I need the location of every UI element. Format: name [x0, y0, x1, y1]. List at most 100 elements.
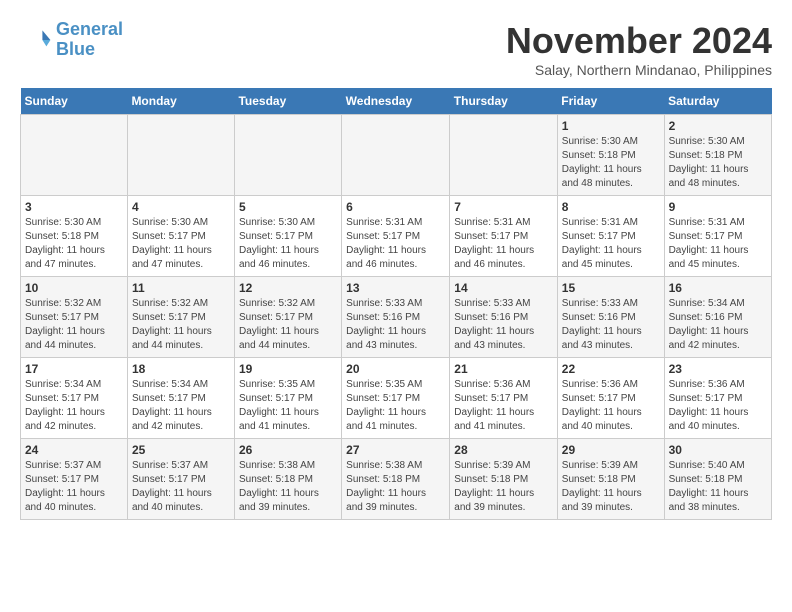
day-info: Sunrise: 5:30 AMSunset: 5:17 PMDaylight:…: [132, 216, 230, 272]
day-info: Sunrise: 5:31 AMSunset: 5:17 PMDaylight:…: [562, 216, 660, 272]
logo: General Blue: [20, 20, 123, 60]
day-number: 26: [239, 443, 337, 457]
day-info: Sunrise: 5:30 AMSunset: 5:18 PMDaylight:…: [562, 135, 660, 191]
calendar-cell: [342, 115, 450, 196]
day-info: Sunrise: 5:36 AMSunset: 5:17 PMDaylight:…: [562, 378, 660, 434]
day-number: 11: [132, 281, 230, 295]
day-number: 17: [25, 362, 123, 376]
calendar-cell: 21Sunrise: 5:36 AMSunset: 5:17 PMDayligh…: [450, 358, 558, 439]
calendar-week-row: 17 Sunrise: 5:34 AMSunset: 5:17 PMDayligh…: [21, 358, 772, 439]
day-info: Sunrise: 5:38 AMSunset: 5:18 PMDaylight:…: [239, 459, 337, 515]
calendar-cell: 22Sunrise: 5:36 AMSunset: 5:17 PMDayligh…: [557, 358, 664, 439]
location: Salay, Northern Mindanao, Philippines: [506, 62, 772, 78]
day-number: 29: [562, 443, 660, 457]
day-info: Sunrise: 5:38 AMSunset: 5:18 PMDaylight:…: [346, 459, 445, 515]
day-number: 15: [562, 281, 660, 295]
calendar-cell: 24 Sunrise: 5:37 AMSunset: 5:17 PMDayligh…: [21, 439, 128, 520]
calendar-cell: 29Sunrise: 5:39 AMSunset: 5:18 PMDayligh…: [557, 439, 664, 520]
day-number: 9: [669, 200, 767, 214]
calendar-cell: 23Sunrise: 5:36 AMSunset: 5:17 PMDayligh…: [664, 358, 771, 439]
calendar-cell: 19 Sunrise: 5:35 AMSunset: 5:17 PMDayligh…: [234, 358, 341, 439]
calendar-table: SundayMondayTuesdayWednesdayThursdayFrid…: [20, 88, 772, 520]
calendar-cell: 9 Sunrise: 5:31 AMSunset: 5:17 PMDaylight…: [664, 196, 771, 277]
day-info: Sunrise: 5:34 AMSunset: 5:17 PMDaylight:…: [132, 378, 230, 434]
calendar-cell: 25 Sunrise: 5:37 AMSunset: 5:17 PMDayligh…: [127, 439, 234, 520]
logo-line2: Blue: [56, 39, 95, 59]
day-info: Sunrise: 5:33 AMSunset: 5:16 PMDaylight:…: [562, 297, 660, 353]
calendar-cell: 17Sunrise: 5:34 AMSunset: 5:17 PMDayligh…: [21, 358, 128, 439]
day-number: 16: [669, 281, 767, 295]
day-info: Sunrise: 5:40 AMSunset: 5:18 PMDaylight:…: [669, 459, 767, 515]
weekday-header-row: SundayMondayTuesdayWednesdayThursdayFrid…: [21, 88, 772, 115]
calendar-week-row: 1 Sunrise: 5:30 AMSunset: 5:18 PMDaylight…: [21, 115, 772, 196]
day-info: Sunrise: 5:35 AMSunset: 5:17 PMDaylight:…: [346, 378, 445, 434]
day-number: 3: [25, 200, 123, 214]
day-info: Sunrise: 5:36 AMSunset: 5:17 PMDaylight:…: [669, 378, 767, 434]
calendar-week-row: 3 Sunrise: 5:30 AMSunset: 5:18 PMDaylight…: [21, 196, 772, 277]
day-number: 27: [346, 443, 445, 457]
day-info: Sunrise: 5:32 AMSunset: 5:17 PMDaylight:…: [132, 297, 230, 353]
day-number: 10: [25, 281, 123, 295]
calendar-cell: 10 Sunrise: 5:32 AMSunset: 5:17 PMDayligh…: [21, 277, 128, 358]
title-block: November 2024 Salay, Northern Mindanao, …: [506, 20, 772, 78]
calendar-cell: 11 Sunrise: 5:32 AMSunset: 5:17 PMDayligh…: [127, 277, 234, 358]
weekday-header: Tuesday: [234, 88, 341, 115]
weekday-header: Monday: [127, 88, 234, 115]
day-info: Sunrise: 5:31 AMSunset: 5:17 PMDaylight:…: [454, 216, 553, 272]
day-number: 8: [562, 200, 660, 214]
day-number: 25: [132, 443, 230, 457]
day-number: 2: [669, 119, 767, 133]
logo-line1: General: [56, 19, 123, 39]
weekday-header: Friday: [557, 88, 664, 115]
day-info: Sunrise: 5:30 AMSunset: 5:18 PMDaylight:…: [669, 135, 767, 191]
day-number: 19: [239, 362, 337, 376]
day-number: 12: [239, 281, 337, 295]
day-info: Sunrise: 5:33 AMSunset: 5:16 PMDaylight:…: [454, 297, 553, 353]
day-number: 14: [454, 281, 553, 295]
day-number: 1: [562, 119, 660, 133]
calendar-cell: 1 Sunrise: 5:30 AMSunset: 5:18 PMDaylight…: [557, 115, 664, 196]
day-number: 21: [454, 362, 553, 376]
calendar-cell: 3 Sunrise: 5:30 AMSunset: 5:18 PMDaylight…: [21, 196, 128, 277]
day-info: Sunrise: 5:33 AMSunset: 5:16 PMDaylight:…: [346, 297, 445, 353]
calendar-cell: 16 Sunrise: 5:34 AMSunset: 5:16 PMDayligh…: [664, 277, 771, 358]
day-number: 24: [25, 443, 123, 457]
calendar-cell: 26 Sunrise: 5:38 AMSunset: 5:18 PMDayligh…: [234, 439, 341, 520]
calendar-cell: [127, 115, 234, 196]
day-info: Sunrise: 5:31 AMSunset: 5:17 PMDaylight:…: [669, 216, 767, 272]
calendar-cell: 27 Sunrise: 5:38 AMSunset: 5:18 PMDayligh…: [342, 439, 450, 520]
calendar-week-row: 24 Sunrise: 5:37 AMSunset: 5:17 PMDayligh…: [21, 439, 772, 520]
day-number: 28: [454, 443, 553, 457]
day-number: 20: [346, 362, 445, 376]
day-info: Sunrise: 5:32 AMSunset: 5:17 PMDaylight:…: [239, 297, 337, 353]
calendar-cell: 30Sunrise: 5:40 AMSunset: 5:18 PMDayligh…: [664, 439, 771, 520]
calendar-cell: [450, 115, 558, 196]
calendar-cell: 15 Sunrise: 5:33 AMSunset: 5:16 PMDayligh…: [557, 277, 664, 358]
logo-text: General Blue: [56, 20, 123, 60]
day-info: Sunrise: 5:37 AMSunset: 5:17 PMDaylight:…: [132, 459, 230, 515]
weekday-header: Sunday: [21, 88, 128, 115]
day-info: Sunrise: 5:35 AMSunset: 5:17 PMDaylight:…: [239, 378, 337, 434]
day-number: 4: [132, 200, 230, 214]
calendar-cell: 28 Sunrise: 5:39 AMSunset: 5:18 PMDayligh…: [450, 439, 558, 520]
day-number: 7: [454, 200, 553, 214]
calendar-cell: 4 Sunrise: 5:30 AMSunset: 5:17 PMDaylight…: [127, 196, 234, 277]
calendar-cell: 7 Sunrise: 5:31 AMSunset: 5:17 PMDaylight…: [450, 196, 558, 277]
day-number: 18: [132, 362, 230, 376]
day-info: Sunrise: 5:30 AMSunset: 5:18 PMDaylight:…: [25, 216, 123, 272]
day-info: Sunrise: 5:34 AMSunset: 5:16 PMDaylight:…: [669, 297, 767, 353]
day-number: 5: [239, 200, 337, 214]
calendar-cell: 6Sunrise: 5:31 AMSunset: 5:17 PMDaylight…: [342, 196, 450, 277]
weekday-header: Wednesday: [342, 88, 450, 115]
page-header: General Blue November 2024 Salay, Northe…: [20, 20, 772, 78]
day-info: Sunrise: 5:37 AMSunset: 5:17 PMDaylight:…: [25, 459, 123, 515]
calendar-cell: 18 Sunrise: 5:34 AMSunset: 5:17 PMDayligh…: [127, 358, 234, 439]
calendar-cell: 14 Sunrise: 5:33 AMSunset: 5:16 PMDayligh…: [450, 277, 558, 358]
day-info: Sunrise: 5:32 AMSunset: 5:17 PMDaylight:…: [25, 297, 123, 353]
calendar-cell: 20 Sunrise: 5:35 AMSunset: 5:17 PMDayligh…: [342, 358, 450, 439]
calendar-cell: [21, 115, 128, 196]
day-info: Sunrise: 5:39 AMSunset: 5:18 PMDaylight:…: [454, 459, 553, 515]
calendar-cell: 2 Sunrise: 5:30 AMSunset: 5:18 PMDaylight…: [664, 115, 771, 196]
day-info: Sunrise: 5:30 AMSunset: 5:17 PMDaylight:…: [239, 216, 337, 272]
weekday-header: Thursday: [450, 88, 558, 115]
